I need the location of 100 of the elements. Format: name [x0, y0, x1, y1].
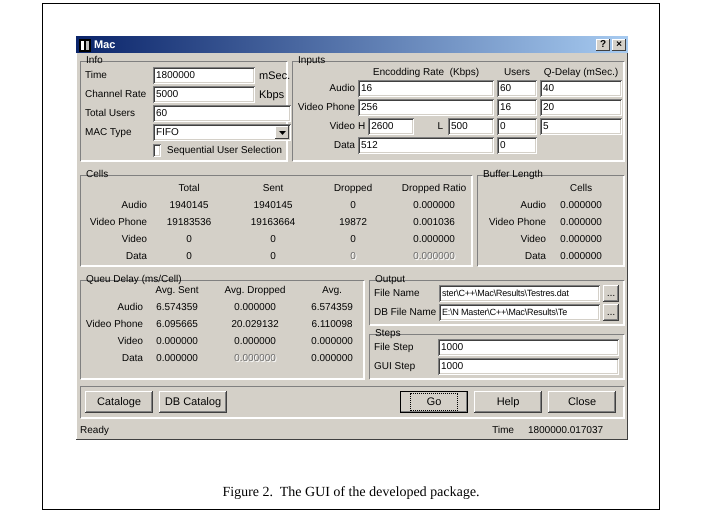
input-field[interactable]: 0	[497, 118, 537, 135]
row-label: Video Phone	[488, 217, 546, 228]
input-field[interactable]: 16	[358, 80, 494, 97]
column-header: Cells	[568, 183, 594, 194]
input-field[interactable]: 60	[153, 105, 291, 122]
row-label: Video	[116, 336, 143, 347]
value-text: 1940145	[168, 200, 210, 211]
column-header: Sent	[262, 183, 284, 194]
column-header: Avg. Sent	[154, 285, 200, 296]
value-text: 19872	[338, 217, 368, 228]
dialog-button[interactable]: Close	[548, 391, 616, 413]
help-button[interactable]: ?	[596, 39, 610, 51]
input-field[interactable]: 1000	[438, 339, 619, 356]
row-label: Data	[524, 251, 546, 262]
checkbox[interactable]	[153, 144, 161, 157]
column-header: Q-Delay (mSec.)	[542, 67, 620, 78]
value-text: 0	[349, 251, 357, 262]
row-label: Data	[124, 251, 147, 262]
value-text: 0.000000	[559, 200, 603, 211]
input-field[interactable]: 20	[540, 99, 622, 116]
input-field[interactable]: 500	[448, 118, 494, 135]
dialog-button[interactable]: Help	[474, 391, 542, 413]
value-text: 0.000000	[310, 336, 354, 347]
column-header: Dropped Ratio	[400, 183, 468, 194]
value-text: 0	[185, 234, 193, 245]
dialog-button[interactable]: Cataloge	[85, 391, 153, 413]
sequential-checkbox[interactable]: Sequential User Selection	[153, 144, 282, 157]
close-button[interactable]: ×	[612, 39, 626, 51]
value-text: 1940145	[252, 200, 294, 211]
value-text: 0.000000	[155, 353, 199, 364]
input-field[interactable]: E:\N Master\C++\Mac\Results\Te	[439, 304, 600, 321]
value-text: 0	[185, 251, 193, 262]
row-label: Video	[520, 234, 546, 245]
row-label: Video Phone	[88, 217, 147, 228]
input-field[interactable]: 5000	[153, 86, 255, 103]
row-label: Audio	[519, 200, 546, 211]
browse-button[interactable]: ...	[603, 304, 619, 321]
row-label: Audio	[328, 83, 355, 94]
column-header: Avg. Dropped	[224, 285, 286, 296]
value-text: 0.000000	[233, 353, 277, 364]
row-label: Video	[328, 121, 355, 132]
browse-button[interactable]: ...	[603, 285, 619, 302]
input-field[interactable]: 5	[540, 118, 622, 135]
row-label: Data	[332, 140, 355, 151]
input-field[interactable]: 40	[540, 80, 622, 97]
row-label: Data	[120, 353, 143, 364]
value-text: 0.001036	[412, 217, 456, 228]
value-text: 0	[349, 200, 357, 211]
group-title: Cells	[85, 169, 110, 180]
row-label: Video Phone	[85, 319, 143, 330]
value-text: 0	[269, 234, 277, 245]
field-label: File Step	[374, 342, 414, 353]
value-text: 0	[349, 234, 357, 245]
value-text: 0.000000	[310, 353, 354, 364]
group-title: Output	[374, 274, 406, 285]
column-header: Encodding Rate (Kbps)	[372, 67, 480, 78]
input-field[interactable]: 512	[358, 137, 494, 154]
group-title: Steps	[374, 328, 402, 339]
row-label: Video Phone	[297, 102, 355, 113]
time-label: Time	[492, 424, 514, 436]
value-text: 0	[269, 251, 277, 262]
dialog-button[interactable]: DB Catalog	[159, 391, 227, 413]
value-text: 6.574359	[155, 302, 199, 313]
value-text: 0.000000	[412, 251, 456, 262]
input-field[interactable]: 256	[358, 99, 494, 116]
field-label: H	[358, 121, 366, 132]
value-text: 20.029132	[230, 319, 280, 330]
unit-label: mSec.	[259, 70, 291, 82]
input-field[interactable]: 2600	[368, 118, 414, 135]
value-text: 6.574359	[310, 302, 354, 313]
field-label: Channel Rate	[85, 89, 148, 100]
field-label: Time	[85, 70, 108, 81]
input-field[interactable]: 1800000	[153, 67, 255, 84]
group-title: Queu Delay (ms/Cell)	[85, 274, 183, 285]
value-text: 0.000000	[412, 234, 456, 245]
row-label: Audio	[116, 302, 143, 313]
column-header: Users	[502, 67, 532, 78]
dropdown-field[interactable]: FIFO	[153, 124, 291, 141]
value-text: 0.000000	[412, 200, 456, 211]
value-text: 0.000000	[155, 336, 199, 347]
value-text: 0.000000	[233, 336, 277, 347]
value-text: 6.095665	[155, 319, 199, 330]
input-field[interactable]: 1000	[438, 358, 619, 375]
status-text: Ready	[80, 424, 110, 436]
dialog-button[interactable]: Go	[400, 391, 468, 413]
value-text: 0.000000	[559, 217, 603, 228]
field-label: L	[437, 121, 443, 132]
input-field[interactable]: 60	[497, 80, 537, 97]
row-label: Video	[120, 234, 147, 245]
unit-label: Kbps	[259, 88, 286, 100]
figure-caption: Figure 2. The GUI of the developed package.	[221, 485, 481, 501]
input-field[interactable]: ster\C++\Mac\Results\Testres.dat	[439, 285, 600, 302]
input-field[interactable]: 16	[497, 99, 537, 116]
input-field[interactable]: 0	[497, 137, 537, 154]
field-label: DB File Name	[374, 307, 436, 318]
value-text: 6.110098	[310, 319, 354, 330]
window-title: Mac	[94, 39, 116, 51]
group-title: Info	[85, 55, 104, 66]
group-title: Buffer Length	[482, 169, 544, 180]
time-value: 1800000.017037	[528, 424, 604, 436]
